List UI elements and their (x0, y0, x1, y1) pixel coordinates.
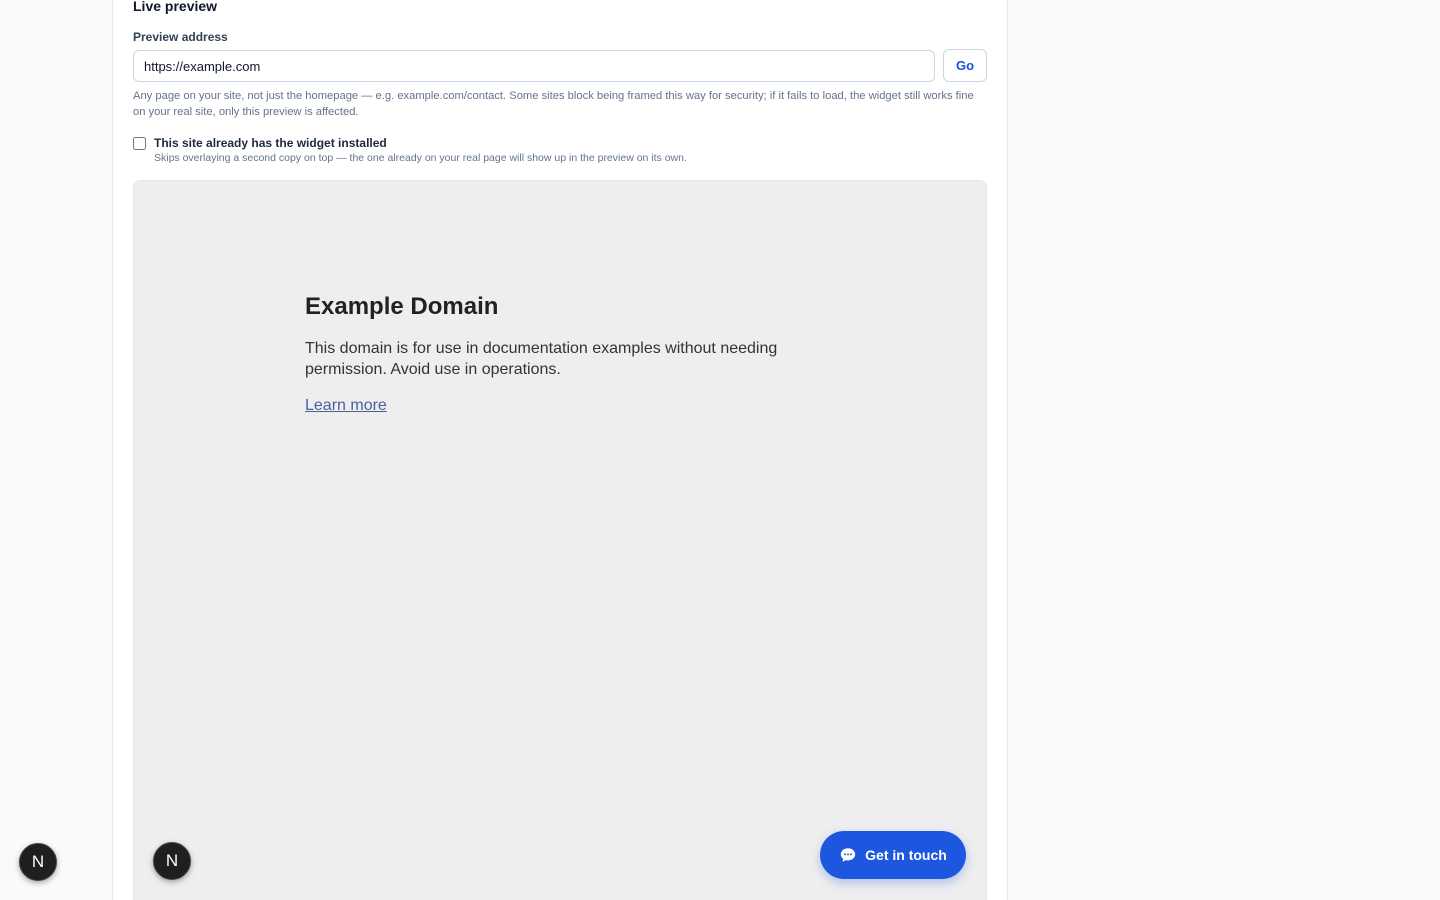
next-dev-badge-icon[interactable]: N (153, 842, 191, 880)
go-button[interactable]: Go (943, 49, 987, 82)
section-title: Live preview (133, 0, 218, 14)
get-in-touch-button[interactable]: Get in touch (820, 831, 966, 879)
example-page-title: Example Domain (305, 293, 499, 320)
settings-panel: Live preview Preview address Go Any page… (112, 0, 1008, 900)
preview-address-label: Preview address (133, 30, 228, 44)
widget-installed-description: Skips overlaying a second copy on top — … (154, 152, 687, 164)
next-dev-badge-icon-outer[interactable]: N (19, 843, 57, 881)
chat-bubble-icon (840, 848, 856, 862)
preview-address-input[interactable] (133, 50, 935, 82)
learn-more-link[interactable]: Learn more (305, 397, 387, 415)
widget-installed-checkbox[interactable] (133, 137, 146, 150)
preview-frame[interactable]: Example Domain This domain is for use in… (133, 180, 987, 900)
example-page-body: This domain is for use in documentation … (305, 340, 778, 378)
get-in-touch-label: Get in touch (865, 847, 947, 863)
widget-installed-label[interactable]: This site already has the widget install… (154, 136, 387, 150)
preview-help-text: Any page on your site, not just the home… (133, 90, 974, 118)
